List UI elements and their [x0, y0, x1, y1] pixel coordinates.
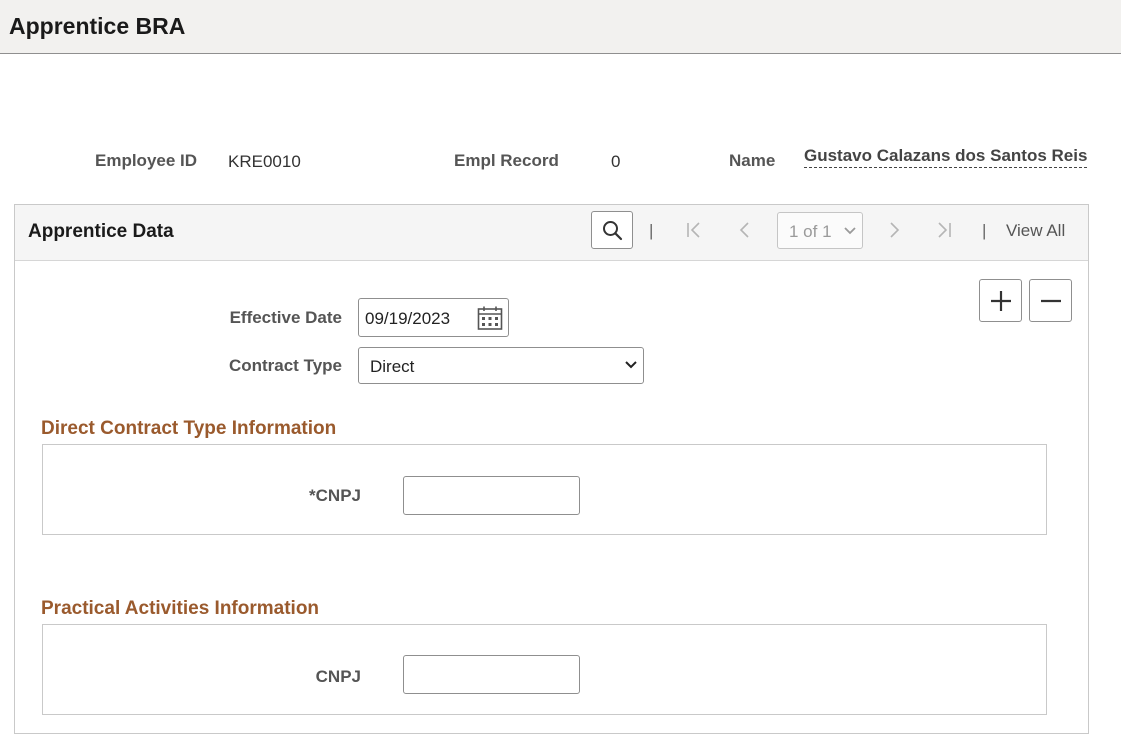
name-label: Name [729, 151, 776, 170]
direct-contract-group: *CNPJ [42, 444, 1047, 535]
page-title: Apprentice BRA [9, 13, 186, 39]
direct-contract-section-title: Direct Contract Type Information [41, 418, 337, 439]
employee-id-label: Employee ID [95, 151, 198, 170]
first-page-icon[interactable] [683, 218, 705, 242]
panel-header: Apprentice Data | 1 of 1 | View All [15, 205, 1088, 261]
practical-activities-group: CNPJ [42, 624, 1047, 715]
chevron-down-icon [625, 361, 637, 369]
direct-cnpj-input[interactable] [403, 476, 580, 515]
practical-cnpj-input[interactable] [403, 655, 580, 694]
last-page-icon[interactable] [933, 218, 955, 242]
effective-date-input[interactable]: 09/19/2023 [358, 298, 509, 337]
employee-id-value: KRE0010 [228, 152, 301, 171]
previous-page-icon[interactable] [734, 218, 756, 242]
apprentice-data-panel: Apprentice Data | 1 of 1 | View All Effe… [14, 204, 1089, 734]
search-icon [603, 221, 623, 241]
delete-row-button[interactable] [1029, 279, 1072, 322]
practical-activities-section-title: Practical Activities Information [41, 598, 320, 619]
contract-type-value: Direct [370, 357, 415, 376]
search-button[interactable] [591, 211, 633, 249]
effective-date-value: 09/19/2023 [365, 309, 451, 328]
calendar-icon[interactable] [477, 305, 503, 331]
practical-cnpj-label: CNPJ [315, 667, 361, 686]
remove-icon [1041, 299, 1061, 303]
page-select[interactable]: 1 of 1 [777, 212, 863, 249]
next-page-icon[interactable] [883, 218, 905, 242]
empl-record-label: Empl Record [454, 151, 559, 170]
add-row-button[interactable] [979, 279, 1022, 322]
pager-separator: | [982, 221, 987, 240]
direct-cnpj-label: *CNPJ [309, 486, 361, 505]
employee-name-link[interactable]: Gustavo Calazans dos Santos Reis [804, 146, 1088, 168]
panel-title: Apprentice Data [28, 221, 174, 242]
add-icon [991, 291, 1011, 311]
contract-type-label: Contract Type [228, 356, 342, 375]
pager-separator: | [649, 221, 654, 240]
page-select-value: 1 of 1 [789, 222, 832, 241]
chevron-down-icon [844, 227, 856, 235]
view-all-link[interactable]: View All [1006, 221, 1065, 241]
empl-record-value: 0 [611, 152, 621, 171]
effective-date-label: Effective Date [229, 308, 342, 327]
page-header: Apprentice BRA [0, 0, 1121, 54]
contract-type-select[interactable]: Direct [358, 347, 644, 384]
